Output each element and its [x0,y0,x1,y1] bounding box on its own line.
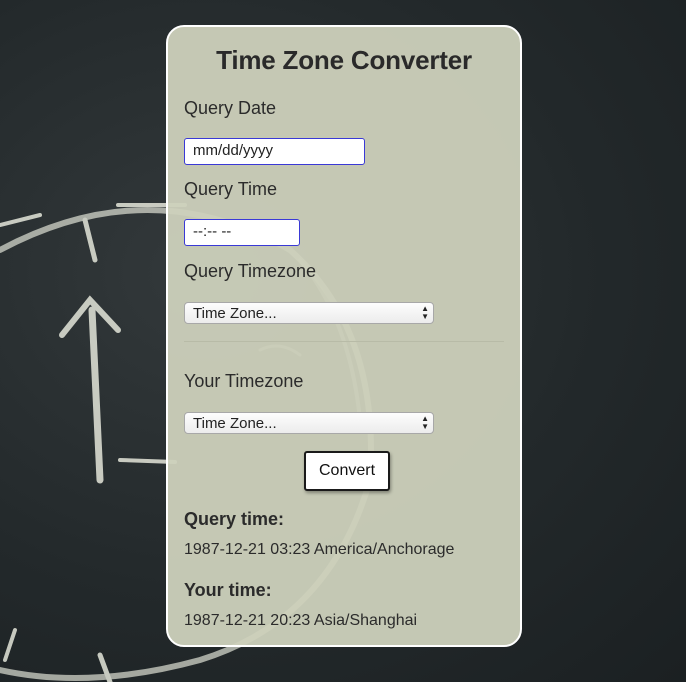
your-timezone-selected: Time Zone... [193,415,277,432]
converter-card: Time Zone Converter Query Date mm/dd/yyy… [166,25,522,647]
query-time-result-heading: Query time: [184,509,285,529]
query-date-input[interactable]: mm/dd/yyyy [184,138,365,165]
your-timezone-label: Your Timezone [184,371,304,391]
query-date-placeholder: mm/dd/yyyy [193,142,274,159]
select-arrows-icon: ▲ ▼ [421,414,429,431]
section-divider [184,341,504,342]
query-timezone-label: Query Timezone [184,261,317,281]
query-time-result-value: 1987-12-21 03:23 America/Anchorage [184,541,455,558]
query-time-label: Query Time [184,179,278,199]
your-time-result-heading: Your time: [184,580,272,600]
query-time-input[interactable]: --:-- -- [184,219,300,246]
page-title: Time Zone Converter [216,45,472,75]
query-date-label: Query Date [184,98,277,118]
convert-button[interactable]: Convert [304,451,390,491]
select-arrows-icon: ▲ ▼ [421,304,429,321]
your-time-result-value: 1987-12-21 20:23 Asia/Shanghai [184,612,418,629]
query-timezone-select[interactable]: Time Zone... ▲ ▼ [184,302,434,324]
query-time-placeholder: --:-- -- [193,223,232,240]
query-timezone-selected: Time Zone... [193,305,277,322]
your-timezone-select[interactable]: Time Zone... ▲ ▼ [184,412,434,434]
